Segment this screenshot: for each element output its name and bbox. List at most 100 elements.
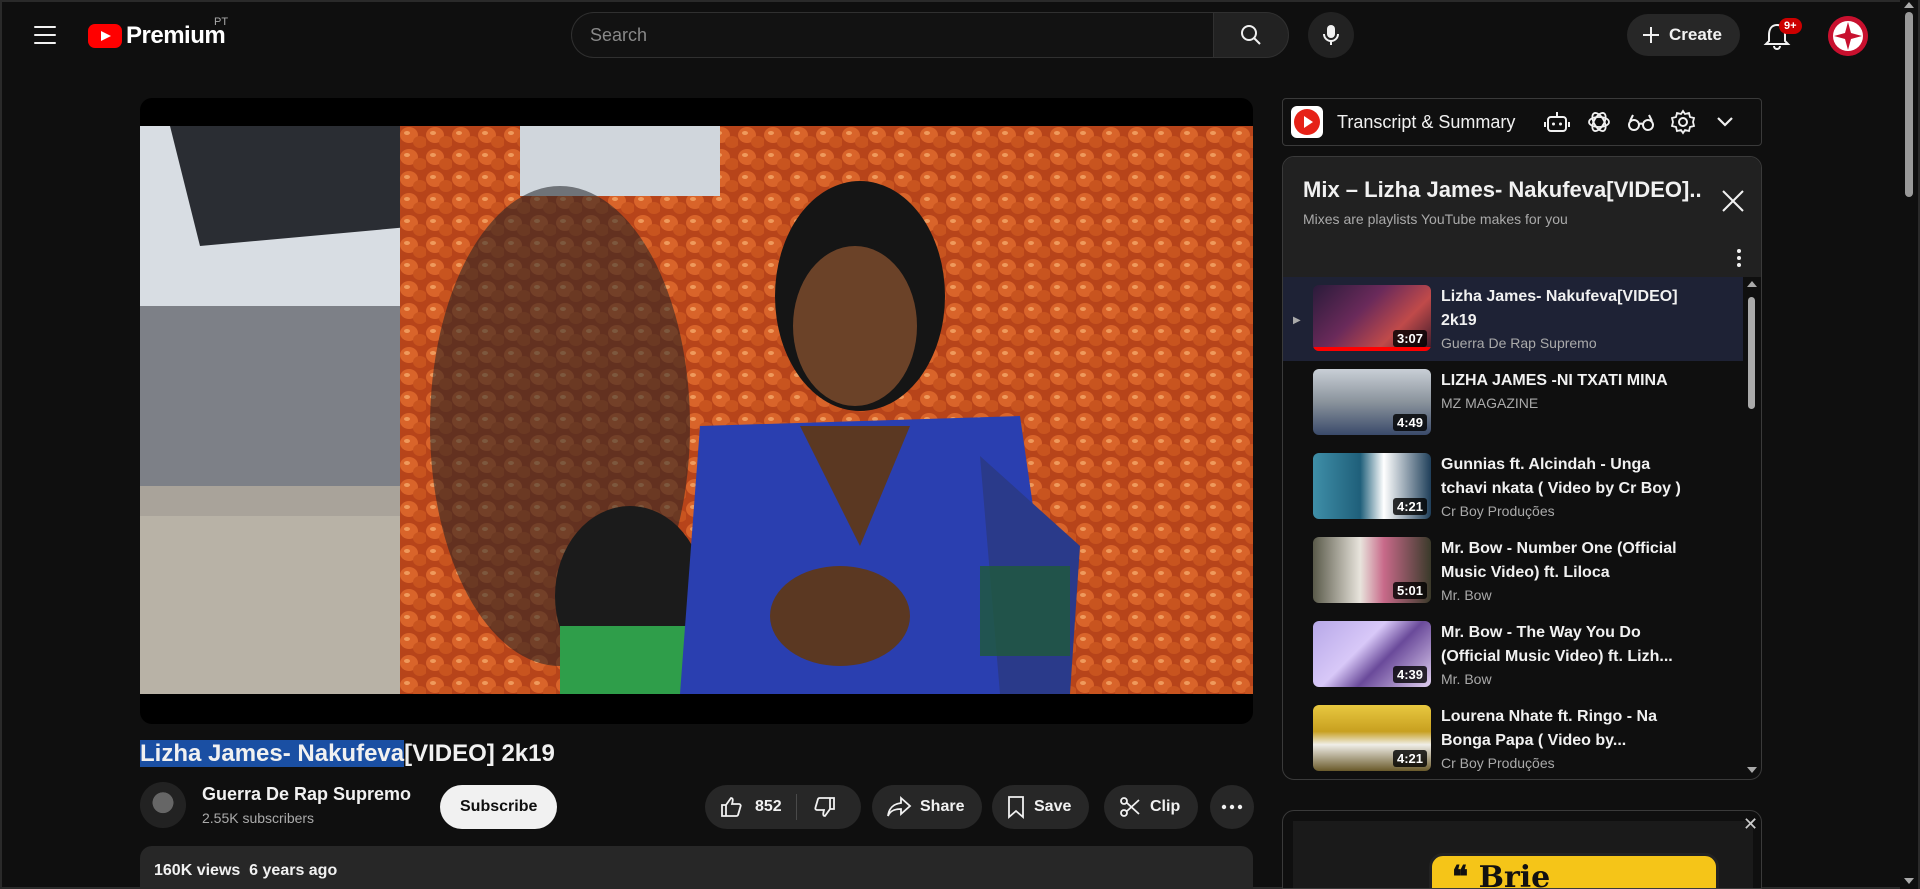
video-player[interactable]	[140, 98, 1253, 724]
video-thumbnail[interactable]: 4:21	[1313, 453, 1431, 519]
more-actions-button[interactable]	[1210, 785, 1254, 829]
playlist-item[interactable]: ▶ 3:07 Lizha James- Nakufeva[VIDEO] 2k19…	[1283, 277, 1743, 361]
subscriber-count: 2.55K subscribers	[202, 810, 315, 826]
create-label: Create	[1669, 25, 1722, 44]
search-button[interactable]	[1213, 12, 1289, 58]
video-frame[interactable]	[140, 126, 1253, 694]
search-icon	[1241, 25, 1261, 45]
chevron-down-icon[interactable]	[1711, 108, 1739, 136]
glasses-icon[interactable]	[1627, 108, 1655, 136]
playlist-item[interactable]: 4:39 Mr. Bow - The Way You Do (Official …	[1283, 613, 1743, 697]
playlist-title[interactable]: Mix – Lizha James- Nakufeva[VIDEO]...	[1303, 177, 1703, 203]
playlist-items: ▶ 3:07 Lizha James- Nakufeva[VIDEO] 2k19…	[1283, 277, 1743, 779]
voice-search-button[interactable]	[1308, 12, 1354, 58]
country-code: PT	[214, 16, 229, 28]
duration-badge: 4:21	[1392, 750, 1427, 767]
channel-avatar[interactable]	[140, 782, 186, 828]
clip-button[interactable]: Clip	[1104, 785, 1199, 829]
item-channel: MZ MAGAZINE	[1441, 395, 1539, 411]
page-scrollbar[interactable]	[1900, 0, 1918, 889]
description-box[interactable]: 160K views 6 years ago	[140, 846, 1253, 889]
sidebar-ad[interactable]: ✕ ❝ Brie Brilliant!	[1282, 810, 1762, 889]
playlist-more-icon[interactable]	[1729, 243, 1749, 273]
avatar-cross-icon	[1828, 16, 1868, 56]
transcript-extension-bar[interactable]: Transcript & Summary	[1282, 98, 1762, 146]
save-label: Save	[1034, 798, 1072, 815]
video-title-selected: Lizha James- Nakufeva	[140, 740, 405, 767]
video-title: Lizha James- Nakufeva[VIDEO] 2k19	[140, 740, 555, 768]
view-count: 160K views	[154, 862, 241, 879]
playlist-scroll-up-icon[interactable]	[1747, 281, 1757, 287]
youtube-premium-logo[interactable]: Premium	[88, 22, 226, 50]
ad-banner[interactable]: ❝ Brie Brilliant!	[1429, 853, 1719, 888]
close-icon[interactable]	[1717, 185, 1749, 217]
playlist-item[interactable]: 4:21 Lourena Nhate ft. Ringo - Na Bonga …	[1283, 697, 1743, 779]
item-channel: Guerra De Rap Supremo	[1441, 335, 1597, 351]
duration-badge: 3:07	[1392, 330, 1427, 347]
clip-label: Clip	[1150, 798, 1181, 815]
logo-text: Premium	[126, 22, 226, 49]
extension-logo-icon	[1291, 106, 1323, 138]
thumbs-up-icon	[721, 797, 742, 817]
upload-age: 6 years ago	[249, 862, 338, 879]
item-title: Lourena Nhate ft. Ringo - Na Bonga Papa …	[1441, 708, 1657, 749]
item-channel: Cr Boy Produções	[1441, 503, 1555, 519]
search-bar	[571, 12, 1289, 58]
playlist-header: Mix – Lizha James- Nakufeva[VIDEO]... Mi…	[1283, 157, 1761, 277]
duration-badge: 5:01	[1392, 582, 1427, 599]
playlist-scroll-thumb[interactable]	[1748, 297, 1755, 409]
video-thumbnail[interactable]: 4:49	[1313, 369, 1431, 435]
duration-badge: 4:39	[1392, 666, 1427, 683]
item-title: Lizha James- Nakufeva[VIDEO] 2k19	[1441, 288, 1678, 329]
share-button[interactable]: Share	[872, 785, 983, 829]
playlist-item[interactable]: 4:21 Gunnias ft. Alcindah - Unga tchavi …	[1283, 445, 1743, 529]
scroll-up-arrow-icon[interactable]	[1904, 2, 1914, 8]
video-thumbnail[interactable]: 4:21	[1313, 705, 1431, 771]
like-dislike-group: 852	[705, 785, 861, 829]
item-title: Gunnias ft. Alcindah - Unga tchavi nkata…	[1441, 456, 1681, 497]
save-button[interactable]: Save	[992, 785, 1090, 829]
now-playing-icon: ▶	[1293, 315, 1301, 326]
share-label: Share	[920, 798, 965, 815]
playlist-subtitle: Mixes are playlists YouTube makes for yo…	[1303, 211, 1568, 227]
dislike-button[interactable]	[797, 785, 853, 829]
more-horizontal-icon	[1221, 804, 1243, 810]
hamburger-menu-icon[interactable]	[28, 18, 62, 52]
mix-playlist-panel: Mix – Lizha James- Nakufeva[VIDEO]... Mi…	[1282, 156, 1762, 780]
video-thumbnail[interactable]: 4:39	[1313, 621, 1431, 687]
playlist-scroll-down-icon[interactable]	[1747, 767, 1757, 773]
search-input[interactable]	[571, 12, 1213, 58]
user-avatar[interactable]	[1828, 16, 1868, 56]
share-arrow-icon	[887, 796, 912, 817]
notification-badge: 9+	[1779, 18, 1802, 34]
create-button[interactable]: Create	[1627, 14, 1740, 56]
playlist-scrollbar[interactable]	[1745, 277, 1759, 779]
channel-name[interactable]: Guerra De Rap Supremo	[202, 784, 411, 805]
robot-icon[interactable]	[1543, 108, 1571, 136]
item-channel: Mr. Bow	[1441, 587, 1492, 603]
thumbs-down-icon	[814, 797, 835, 817]
item-channel: Cr Boy Produções	[1441, 755, 1555, 771]
item-title: LIZHA JAMES -NI TXATI MINA	[1441, 372, 1668, 389]
ad-close-icon[interactable]: ✕	[1743, 815, 1761, 833]
subscribe-button[interactable]: Subscribe	[440, 785, 558, 829]
item-title: Mr. Bow - The Way You Do (Official Music…	[1441, 624, 1673, 665]
chatgpt-icon[interactable]	[1585, 108, 1613, 136]
duration-badge: 4:21	[1392, 498, 1427, 515]
duration-badge: 4:49	[1392, 414, 1427, 431]
bookmark-icon	[1008, 796, 1024, 819]
extension-title[interactable]: Transcript & Summary	[1337, 112, 1515, 133]
playlist-item[interactable]: 5:01 Mr. Bow - Number One (Official Musi…	[1283, 529, 1743, 613]
gear-icon[interactable]	[1669, 108, 1697, 136]
watch-progress-bar	[1313, 347, 1431, 351]
like-button[interactable]: 852	[705, 785, 796, 829]
video-thumbnail[interactable]: 5:01	[1313, 537, 1431, 603]
video-thumbnail[interactable]: 3:07	[1313, 285, 1431, 351]
plus-icon	[1643, 27, 1659, 43]
scroll-down-arrow-icon[interactable]	[1904, 878, 1914, 884]
scissors-icon	[1120, 797, 1140, 817]
scrollbar-thumb[interactable]	[1905, 12, 1913, 197]
playlist-item[interactable]: 4:49 LIZHA JAMES -NI TXATI MINA MZ MAGAZ…	[1283, 361, 1743, 445]
microphone-icon	[1323, 25, 1339, 45]
top-header: Premium PT Create 9+	[0, 0, 1900, 70]
